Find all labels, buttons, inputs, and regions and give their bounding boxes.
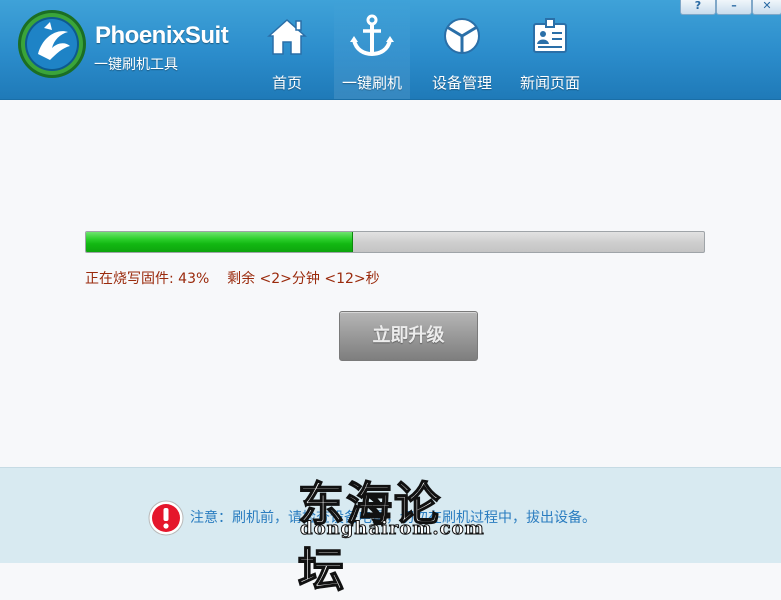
warning-icon: [148, 500, 184, 536]
phoenixsuit-logo-icon: [18, 10, 86, 78]
minimize-button[interactable]: –: [716, 0, 752, 15]
close-icon: ✕: [762, 0, 772, 12]
app-subtitle: 一键刷机工具: [94, 57, 178, 73]
close-button[interactable]: ✕: [752, 0, 781, 15]
nav-flash-label: 一键刷机: [341, 74, 402, 92]
nav-home[interactable]: 首页: [258, 0, 316, 99]
nav-home-label: 首页: [271, 74, 302, 92]
nav-device-management[interactable]: 设备管理: [426, 0, 498, 99]
nav-news-label: 新闻页面: [519, 74, 580, 92]
nav-flash[interactable]: 一键刷机: [334, 0, 410, 99]
site-watermark: 东海论坛 donghairom.com: [297, 468, 488, 598]
home-icon: [267, 18, 307, 55]
device-icon: [444, 18, 480, 54]
help-icon: ?: [694, 0, 702, 12]
anchor-icon: [350, 14, 394, 57]
flash-status-text: 正在烧写固件: 43% 剩余 <2>分钟 <12>秒: [85, 271, 380, 287]
watermark-sub: donghairom.com: [300, 518, 485, 540]
nav-news[interactable]: 新闻页面: [514, 0, 586, 99]
app-header: PhoenixSuit 一键刷机工具 首页 一键刷机 设备管理 新闻页面 ? –…: [0, 0, 781, 100]
news-icon: [533, 18, 567, 53]
app-brand: PhoenixSuit: [95, 22, 229, 49]
nav-device-management-label: 设备管理: [431, 74, 492, 92]
flash-progress-bar: [85, 231, 705, 253]
flash-progress-fill: [86, 232, 353, 252]
upgrade-now-button[interactable]: 立即升级: [339, 311, 478, 361]
minimize-icon: –: [731, 0, 737, 12]
help-button[interactable]: ?: [680, 0, 716, 15]
